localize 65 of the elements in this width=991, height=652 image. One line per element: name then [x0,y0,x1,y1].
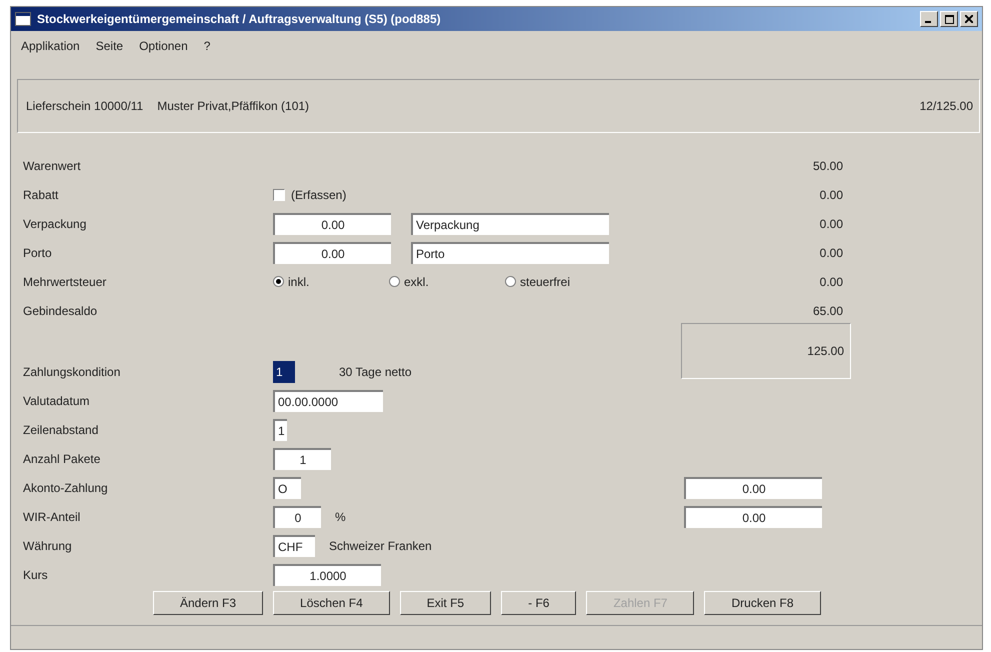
radio-label: inkl. [288,274,310,290]
menu-item[interactable]: ? [204,37,210,55]
code-field[interactable]: 1 [273,360,295,382]
input-field[interactable]: 1.0000 [273,564,381,586]
window-title: Stockwerkeigentümergemeinschaft / Auftragsverwaltung (S5) (pod885) [37,11,441,28]
radio-button[interactable] [273,276,284,287]
amount-field[interactable]: 0.00 [273,212,391,234]
input-field[interactable]: CHF [273,534,315,556]
menu-item[interactable]: Seite [96,37,124,55]
field-label: Anzahl Pakete [23,450,102,468]
field-label: Rabatt [23,186,60,204]
input-field[interactable]: 00.00.0000 [273,390,383,412]
field-label: Kurs [23,566,49,584]
field-label: Akonto-Zahlung [23,480,109,496]
field-note: 30 Tage netto [339,364,412,380]
window-icon [15,12,31,26]
field-label: Zahlungskondition [23,364,122,380]
input-field[interactable]: 1 [273,418,287,440]
header-total: 12/125.00 [920,98,973,115]
field-label: Mehrwertsteuer [23,274,108,290]
amount-value: 50.00 [812,158,843,174]
description-field[interactable]: Porto [411,242,609,264]
radio-button[interactable] [389,276,400,287]
field-label: Warenwert [23,158,82,174]
radio-label: exkl. [404,274,429,290]
amount-field[interactable]: 0.00 [684,506,822,528]
field-label: Gebindesaldo [23,302,98,320]
maximize-icon [944,14,954,24]
close-button[interactable] [960,11,978,27]
amount-value: 0.00 [818,186,843,204]
description-field[interactable]: Verpackung [411,212,609,234]
action-button[interactable]: Exit F5 [400,591,492,615]
field-label: Währung [23,538,73,554]
amount-value: 0.00 [818,244,843,262]
amount-field[interactable]: 0.00 [684,476,822,498]
input-field[interactable]: 1 [273,448,331,470]
customer-name: Muster Privat,Pfäffikon (101) [157,98,310,115]
radio-label: steuerfrei [520,274,570,290]
maximize-button[interactable] [940,11,958,27]
amount-field[interactable]: 0.00 [273,242,391,264]
amount-value: 65.00 [812,302,843,320]
field-label: Porto [23,244,53,262]
field-label: Zeilenabstand [23,422,100,438]
close-icon [965,15,973,23]
field-label: Valutadatum [23,392,90,410]
amount-value: 0.00 [818,274,843,290]
document-number: Lieferschein 10000/11 [26,98,144,115]
radio-button[interactable] [505,276,516,287]
checkbox-label: (Erfassen) [291,186,346,204]
field-label: Verpackung [23,216,88,232]
field-note: Schweizer Franken [329,538,432,554]
amount-value: 0.00 [818,216,843,232]
total-amount: 125.00 [807,343,844,360]
menu-item[interactable]: Applikation [21,37,80,55]
field-note: % [335,508,346,526]
minimize-button[interactable] [920,11,938,27]
action-button[interactable]: Ändern F3 [153,591,264,615]
action-button[interactable]: Löschen F4 [273,591,390,615]
field-label: WIR-Anteil [23,508,82,526]
action-button[interactable]: Drucken F8 [704,591,821,615]
checkbox[interactable] [273,188,285,200]
action-button[interactable]: - F6 [501,591,576,615]
menu-item[interactable]: Optionen [139,37,188,55]
input-field[interactable]: 0 [273,506,321,528]
input-field[interactable]: O [273,476,301,498]
